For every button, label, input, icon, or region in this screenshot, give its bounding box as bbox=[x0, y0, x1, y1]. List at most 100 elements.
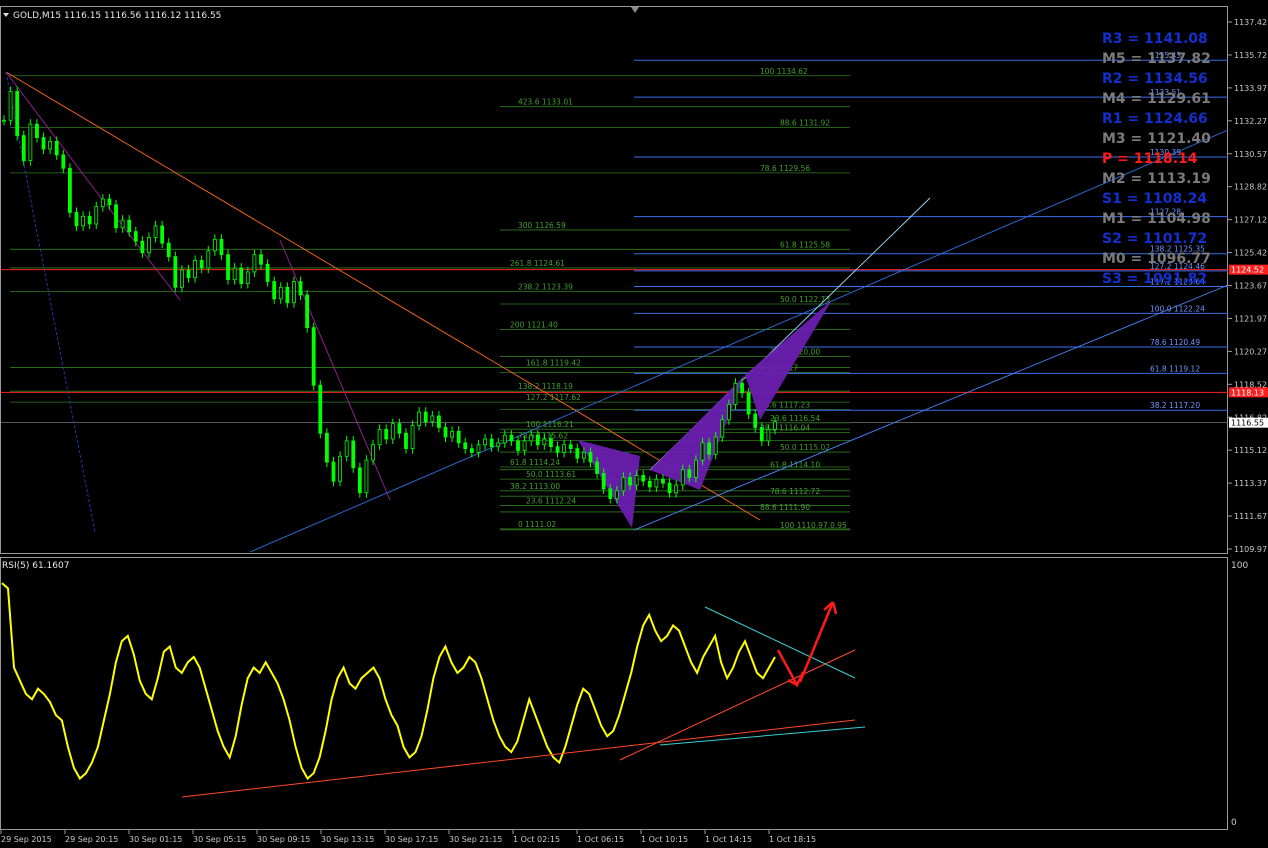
trading-chart-window[interactable]: 100 1134.62 423.6 1133.01 88.6 1131.92 78.6… bbox=[0, 0, 1268, 848]
candle-body bbox=[232, 267, 237, 281]
candle-body bbox=[153, 225, 158, 238]
candle-body bbox=[278, 286, 283, 300]
candle-body bbox=[252, 254, 257, 273]
candle-body bbox=[437, 415, 441, 428]
x-tick-label: 1 Oct 18:15 bbox=[769, 835, 816, 844]
candle-body bbox=[522, 440, 527, 451]
candle-body bbox=[430, 415, 435, 423]
candle-body bbox=[74, 212, 79, 227]
candle-body bbox=[8, 91, 13, 121]
candle-body bbox=[357, 467, 362, 494]
x-tick-label: 30 Sep 21:15 bbox=[449, 835, 502, 844]
candle-body bbox=[21, 135, 26, 162]
fibonacci-level-label: 78.6 1112.72 bbox=[770, 487, 820, 496]
candle-body bbox=[694, 459, 698, 478]
candle-body bbox=[147, 237, 151, 254]
fibonacci-level-label: 138.2 1118.19 bbox=[518, 382, 573, 391]
x-tick-label: 30 Sep 01:15 bbox=[129, 835, 182, 844]
candle-body bbox=[588, 452, 593, 463]
candle-body bbox=[364, 459, 369, 494]
candle-body bbox=[417, 411, 422, 426]
y-tick-label: 1128.82 bbox=[1234, 183, 1267, 192]
fibonacci-level-label: 423.6 1133.01 bbox=[518, 98, 573, 107]
fibonacci-level-label: 23.6 1112.24 bbox=[526, 496, 576, 505]
pivot-level-label: S3 = 1091.82 bbox=[1102, 271, 1207, 287]
x-tick-label: 30 Sep 17:15 bbox=[385, 835, 438, 844]
candle-body bbox=[245, 271, 250, 284]
candle-body bbox=[180, 269, 184, 288]
candle-body bbox=[272, 281, 277, 300]
candle-body bbox=[114, 204, 118, 229]
fibonacci-extension-label: 78.6 1120.49 bbox=[1150, 338, 1200, 347]
candle-body bbox=[35, 123, 39, 138]
candle-body bbox=[305, 294, 310, 329]
candle-body bbox=[81, 215, 85, 227]
candle-body bbox=[608, 488, 613, 499]
candle-body bbox=[318, 384, 323, 434]
candle-body bbox=[133, 231, 138, 242]
candle-body bbox=[199, 260, 204, 269]
x-tick-label: 1 Oct 10:15 bbox=[641, 835, 688, 844]
candle-body bbox=[443, 427, 448, 438]
pivot-level-label: M5 = 1137.82 bbox=[1102, 51, 1211, 67]
fibonacci-level-label: 100 1116.21 bbox=[526, 420, 574, 429]
pivot-level-label: R2 = 1134.56 bbox=[1102, 71, 1208, 87]
fibonacci-level-label: 50.0 1113.61 bbox=[526, 470, 576, 479]
x-tick-label: 1 Oct 06:15 bbox=[577, 835, 624, 844]
candle-body bbox=[535, 434, 540, 446]
candle-body bbox=[753, 413, 758, 428]
fibonacci-level-label: 38.2 1113.00 bbox=[510, 482, 560, 491]
candle-body bbox=[226, 254, 230, 281]
fibonacci-level-label: 100 1134.62 bbox=[760, 67, 808, 76]
candle-body bbox=[483, 438, 487, 446]
candle-body bbox=[773, 421, 777, 430]
candle-body bbox=[726, 404, 731, 421]
y-tick-label: 1115.12 bbox=[1234, 446, 1267, 455]
rsi-bottom-label: 0 bbox=[1231, 818, 1237, 828]
candle-body bbox=[371, 444, 375, 461]
candle-body bbox=[127, 219, 132, 233]
candle-body bbox=[107, 198, 112, 206]
x-tick-label: 1 Oct 02:15 bbox=[513, 835, 560, 844]
candle-body bbox=[377, 428, 382, 446]
fibonacci-level-label: 50.0 1115.02 bbox=[780, 443, 830, 452]
red-level-label: 1118.13 bbox=[1231, 388, 1264, 397]
candle-body bbox=[41, 137, 46, 150]
candle-body bbox=[331, 461, 336, 482]
y-tick-label: 1125.42 bbox=[1234, 249, 1267, 258]
fibonacci-level-label: 78.6 1129.56 bbox=[760, 164, 810, 173]
pivot-level-label: M1 = 1104.98 bbox=[1102, 211, 1211, 227]
candle-body bbox=[292, 281, 296, 304]
pivot-level-label: P = 1118.14 bbox=[1102, 151, 1198, 167]
y-tick-label: 1127.12 bbox=[1234, 216, 1267, 225]
candle-body bbox=[166, 242, 171, 258]
pivot-level-label: R3 = 1141.08 bbox=[1102, 31, 1208, 47]
rsi-top-label: 100 bbox=[1231, 561, 1248, 571]
fibonacci-level-label: 261.8 1124.61 bbox=[510, 259, 565, 268]
x-tick-label: 29 Sep 20:15 bbox=[65, 835, 118, 844]
candle-body bbox=[549, 438, 553, 448]
candle-body bbox=[2, 119, 6, 122]
pivot-level-label: R1 = 1124.66 bbox=[1102, 111, 1208, 127]
candle-body bbox=[239, 267, 244, 284]
fibonacci-extension-label: 61.8 1119.12 bbox=[1150, 364, 1200, 373]
candle-body bbox=[766, 428, 771, 442]
candle-body bbox=[654, 478, 659, 488]
fibonacci-level-label: 0 1111.02 bbox=[518, 520, 556, 529]
candle-body bbox=[687, 469, 692, 478]
candle-body bbox=[496, 442, 501, 448]
candle-body bbox=[15, 91, 20, 137]
candle-body bbox=[87, 215, 92, 225]
red-level-label: 1124.52 bbox=[1231, 266, 1264, 275]
candle-body bbox=[634, 475, 639, 486]
fibonacci-level-label: 88.6 1131.92 bbox=[780, 119, 830, 128]
candle-body bbox=[489, 438, 494, 448]
candle-body bbox=[720, 419, 725, 438]
candle-body bbox=[647, 480, 652, 488]
candle-body bbox=[259, 254, 263, 265]
x-tick-label: 30 Sep 05:15 bbox=[193, 835, 246, 844]
candle-body bbox=[160, 225, 165, 244]
fibonacci-extension-label: 38.2 1117.20 bbox=[1150, 401, 1200, 410]
x-tick-label: 30 Sep 09:15 bbox=[257, 835, 310, 844]
x-tick-label: 1 Oct 14:15 bbox=[705, 835, 752, 844]
